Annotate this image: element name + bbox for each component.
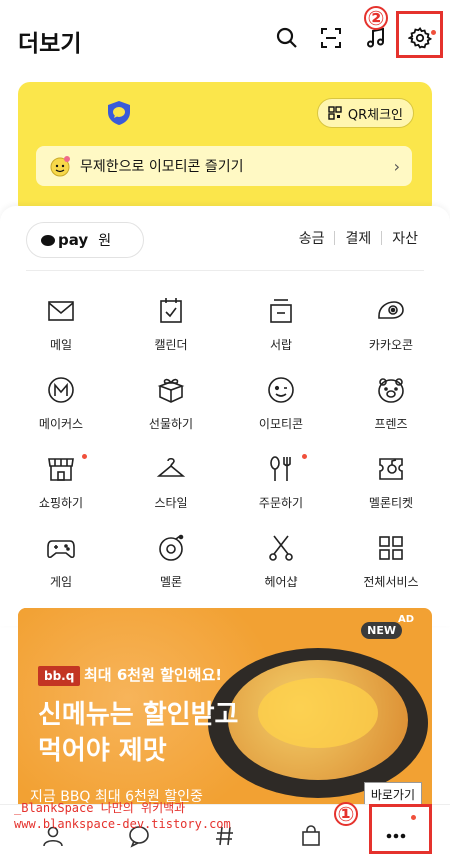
service-label: 멜론 (159, 575, 183, 589)
ad-banner[interactable]: AD NEW bb.q 최대 6천원 할인해요! 신메뉴는 할인받고 먹어야 제… (18, 608, 432, 804)
pay-balance-unit: 원 (98, 233, 112, 249)
service-label: 카카오콘 (368, 338, 414, 352)
pay-bubble-icon (41, 234, 55, 246)
bbq-logo: bb.q (38, 666, 81, 686)
kakaopay-logo: pay (41, 231, 88, 249)
kakaocon-icon (378, 301, 404, 319)
service-gift[interactable]: 선물하기 (116, 375, 226, 447)
service-makers[interactable]: 메이커스 (6, 375, 116, 447)
service-kakaocon[interactable]: 카카오콘 (336, 296, 446, 368)
gift-icon (157, 378, 185, 403)
calendar-icon (160, 298, 182, 323)
scan-icon[interactable] (317, 24, 345, 52)
settings-highlight-box (396, 11, 443, 58)
mail-icon (48, 301, 74, 321)
service-label: 게임 (49, 575, 73, 589)
service-label: 헤어샵 (264, 575, 298, 589)
shop-icon (48, 458, 74, 481)
grid-icon (379, 536, 403, 560)
shopping-bag-icon (302, 825, 320, 846)
nav-shopping[interactable] (296, 821, 326, 851)
more-highlight-box (369, 804, 432, 854)
service-label: 멜론티켓 (368, 496, 414, 510)
ad-cheese-image (258, 678, 378, 748)
annotation-one: ① (334, 802, 358, 826)
scissors-icon (269, 535, 293, 561)
service-label: 스타일 (154, 496, 188, 510)
ad-top-line: 최대 6천원 할인해요! (84, 666, 223, 684)
new-dot (82, 454, 87, 459)
emoticon-face-icon (50, 156, 70, 177)
pay-divider (26, 270, 424, 271)
emoticon-plus-banner[interactable]: 무제한으로 이모티콘 즐기기 › (36, 146, 412, 186)
search-icon[interactable] (273, 24, 301, 52)
ad-headline-1: 신메뉴는 할인받고 (38, 700, 239, 730)
service-style[interactable]: 스타일 (116, 454, 226, 526)
pay-actions: 송금 결제 자산 (299, 228, 418, 248)
header: 더보기 ② (0, 0, 450, 80)
service-emoticon[interactable]: 이모티콘 (226, 375, 336, 447)
shield-icon (108, 101, 130, 125)
service-label: 쇼핑하기 (38, 496, 84, 510)
service-label: 캘린더 (154, 338, 188, 352)
service-friends[interactable]: 프렌즈 (336, 375, 446, 447)
kakaopay-balance[interactable]: pay 원 (26, 222, 144, 258)
ad-cta-button[interactable]: 바로가기 (363, 782, 422, 804)
ad-headline-2: 먹어야 제맛 (38, 736, 167, 766)
service-calendar[interactable]: 캘린더 (116, 296, 226, 368)
pay-send-link[interactable]: 송금 (299, 228, 325, 248)
service-label: 전체서비스 (363, 575, 419, 589)
watermark-line-1: _BlankSpace 나만의 위키백과 (14, 801, 186, 815)
emoticon-banner-text: 무제한으로 이모티콘 즐기기 (80, 159, 244, 175)
service-label: 서랍 (269, 338, 293, 352)
service-label: 메이커스 (38, 417, 84, 431)
hanger-icon (156, 457, 186, 477)
pay-payment-link[interactable]: 결제 (345, 228, 371, 248)
service-label: 이모티콘 (258, 417, 304, 431)
service-drawer[interactable]: 서랍 (226, 296, 336, 368)
services-panel: pay 원 송금 결제 자산 메일 캘린더 서랍 카카오콘 메이커스 선물하기 … (0, 206, 450, 626)
divider (381, 231, 383, 245)
drawer-icon (270, 299, 292, 323)
watermark: _BlankSpace 나만의 위키백과 www.blankspace-dev.… (14, 800, 231, 832)
service-label: 선물하기 (148, 417, 194, 431)
ad-new-badge: NEW (361, 622, 402, 639)
melon-icon (159, 534, 184, 561)
makers-icon (48, 377, 74, 403)
divider (334, 231, 336, 245)
ad-tag: AD (397, 614, 414, 625)
chevron-right-icon: › (393, 156, 400, 176)
qr-checkin-label: QR체크인 (347, 107, 403, 123)
ticket-icon (379, 458, 403, 480)
gamepad-icon (47, 540, 75, 559)
qr-icon (328, 106, 342, 120)
watermark-line-2: www.blankspace-dev.tistory.com (14, 817, 231, 831)
service-label: 주문하기 (258, 496, 304, 510)
emoticon-icon (268, 377, 294, 403)
service-label: 프렌즈 (374, 417, 408, 431)
friends-icon (378, 378, 404, 403)
qr-checkin-button[interactable]: QR체크인 (316, 98, 414, 128)
service-game[interactable]: 게임 (6, 533, 116, 605)
service-melon[interactable]: 멜론 (116, 533, 226, 605)
service-all[interactable]: 전체서비스 (336, 533, 446, 605)
pay-assets-link[interactable]: 자산 (392, 228, 418, 248)
service-label: 메일 (49, 338, 73, 352)
service-mail[interactable]: 메일 (6, 296, 116, 368)
annotation-two: ② (364, 6, 388, 30)
utensils-icon (270, 456, 291, 481)
service-melon-ticket[interactable]: 멜론티켓 (336, 454, 446, 526)
kakao-card: QR체크인 무제한으로 이모티콘 즐기기 › (18, 82, 432, 216)
new-dot (302, 454, 307, 459)
page-title: 더보기 (18, 31, 82, 57)
pay-brand-label: pay (58, 231, 89, 249)
service-hairshop[interactable]: 헤어샵 (226, 533, 336, 605)
service-shopping[interactable]: 쇼핑하기 (6, 454, 116, 526)
service-order[interactable]: 주문하기 (226, 454, 336, 526)
